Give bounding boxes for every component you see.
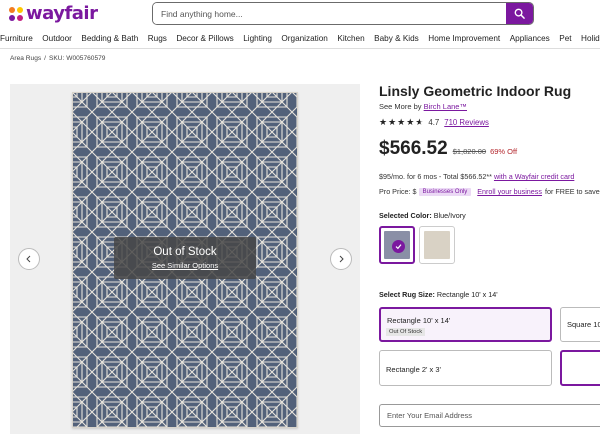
color-swatch-blue-ivory[interactable] xyxy=(379,226,415,264)
product-gallery: Out of Stock See Similar Options xyxy=(10,84,360,434)
nav-item-furniture[interactable]: Furniture xyxy=(0,33,33,47)
site-header: wayfair xyxy=(0,0,600,28)
original-price: $1,820.00 xyxy=(452,147,487,156)
size-option-more[interactable] xyxy=(560,350,600,386)
star-half-icon: ★ xyxy=(415,117,424,127)
financing-info: $95/mo. for 6 mos - Total $566.52** with… xyxy=(379,172,574,181)
discount-badge: 69% Off xyxy=(490,147,518,156)
nav-item-lighting[interactable]: Lighting xyxy=(243,33,272,47)
logo-icon xyxy=(9,7,23,21)
pro-price-rest: for FREE to save xyxy=(544,187,600,196)
search-bar xyxy=(152,2,534,25)
prev-image-button[interactable] xyxy=(18,248,40,270)
size-option-label: Rectangle 10' x 14' xyxy=(387,316,451,325)
out-of-stock-tag: Out Of Stock xyxy=(386,328,426,336)
nav-item-appliances[interactable]: Appliances xyxy=(510,33,550,47)
chevron-left-icon xyxy=(26,255,31,263)
color-value: Blue/Ivory xyxy=(433,211,466,220)
size-label-title: Select Rug Size: xyxy=(379,290,435,299)
size-option-label: Rectangle 2' x 3' xyxy=(386,365,441,374)
nav-item-organization[interactable]: Organization xyxy=(281,33,327,47)
businesses-only-badge: Businesses Only xyxy=(418,187,472,196)
size-value: Rectangle 10' x 14' xyxy=(436,290,498,299)
search-icon xyxy=(514,8,525,19)
category-nav: Furniture Outdoor Bedding & Bath Rugs De… xyxy=(0,33,600,47)
search-button[interactable] xyxy=(506,3,533,24)
size-option-10x14[interactable]: Rectangle 10' x 14' Out Of Stock xyxy=(379,307,552,342)
checkmark-icon xyxy=(392,240,405,253)
nav-divider xyxy=(0,48,600,49)
credit-card-link[interactable]: with a Wayfair credit card xyxy=(494,172,574,181)
nav-item-home-improvement[interactable]: Home Improvement xyxy=(428,33,500,47)
nav-item-bedding-bath[interactable]: Bedding & Bath xyxy=(81,33,138,47)
size-option-label: Square 10' xyxy=(567,320,600,329)
nav-item-pet[interactable]: Pet xyxy=(559,33,571,47)
breadcrumb-separator: / xyxy=(44,55,46,62)
brand-link[interactable]: Birch Lane™ xyxy=(424,102,467,111)
search-input[interactable] xyxy=(153,3,506,24)
nav-item-baby-kids[interactable]: Baby & Kids xyxy=(374,33,419,47)
breadcrumb-sku: SKU: W005760579 xyxy=(49,55,106,62)
nav-item-rugs[interactable]: Rugs xyxy=(148,33,167,47)
wayfair-logo[interactable]: wayfair xyxy=(9,3,98,24)
rating-row: ★ ★ ★ ★ ★ 4.7 710 Reviews xyxy=(379,117,489,127)
email-input[interactable] xyxy=(379,404,600,427)
see-more-by: See More by Birch Lane™ xyxy=(379,102,467,111)
price-row: $566.52 $1,820.00 69% Off xyxy=(379,138,517,160)
breadcrumb-category[interactable]: Area Rugs xyxy=(10,55,41,62)
star-icon: ★ xyxy=(379,117,388,127)
pro-price-label: Pro Price: $ xyxy=(379,187,417,196)
color-swatch-ivory[interactable] xyxy=(419,226,455,264)
out-of-stock-title: Out of Stock xyxy=(153,246,217,258)
size-option-square-10[interactable]: Square 10' xyxy=(560,307,600,342)
star-icon: ★ xyxy=(388,117,397,127)
star-rating: ★ ★ ★ ★ ★ xyxy=(379,117,423,127)
next-image-button[interactable] xyxy=(330,248,352,270)
nav-item-decor-pillows[interactable]: Decor & Pillows xyxy=(176,33,233,47)
pro-price: Pro Price: $ Businesses Only Enroll your… xyxy=(379,187,600,196)
color-label: Selected Color: Blue/Ivory xyxy=(379,211,466,220)
see-more-label: See More by xyxy=(379,102,422,111)
reviews-link[interactable]: 710 Reviews xyxy=(444,118,489,127)
enroll-business-link[interactable]: Enroll your business xyxy=(477,187,542,196)
nav-item-holiday[interactable]: Holiday xyxy=(581,33,600,47)
size-label: Select Rug Size: Rectangle 10' x 14' xyxy=(379,290,498,299)
nav-item-outdoor[interactable]: Outdoor xyxy=(42,33,72,47)
financing-text: $95/mo. for 6 mos - Total $566.52** xyxy=(379,172,492,181)
star-icon: ★ xyxy=(397,117,406,127)
rating-value: 4.7 xyxy=(428,117,440,127)
nav-item-kitchen[interactable]: Kitchen xyxy=(337,33,364,47)
star-icon: ★ xyxy=(406,117,415,127)
color-label-title: Selected Color: xyxy=(379,211,432,220)
sale-price: $566.52 xyxy=(379,138,448,159)
logo-text: wayfair xyxy=(26,3,98,24)
product-title: Linsly Geometric Indoor Rug xyxy=(379,83,572,99)
breadcrumb: Area Rugs / SKU: W005760579 xyxy=(10,55,105,62)
out-of-stock-overlay: Out of Stock See Similar Options xyxy=(114,237,256,279)
see-similar-link[interactable]: See Similar Options xyxy=(114,261,256,270)
size-option-2x3[interactable]: Rectangle 2' x 3' xyxy=(379,350,552,386)
chevron-right-icon xyxy=(339,255,344,263)
